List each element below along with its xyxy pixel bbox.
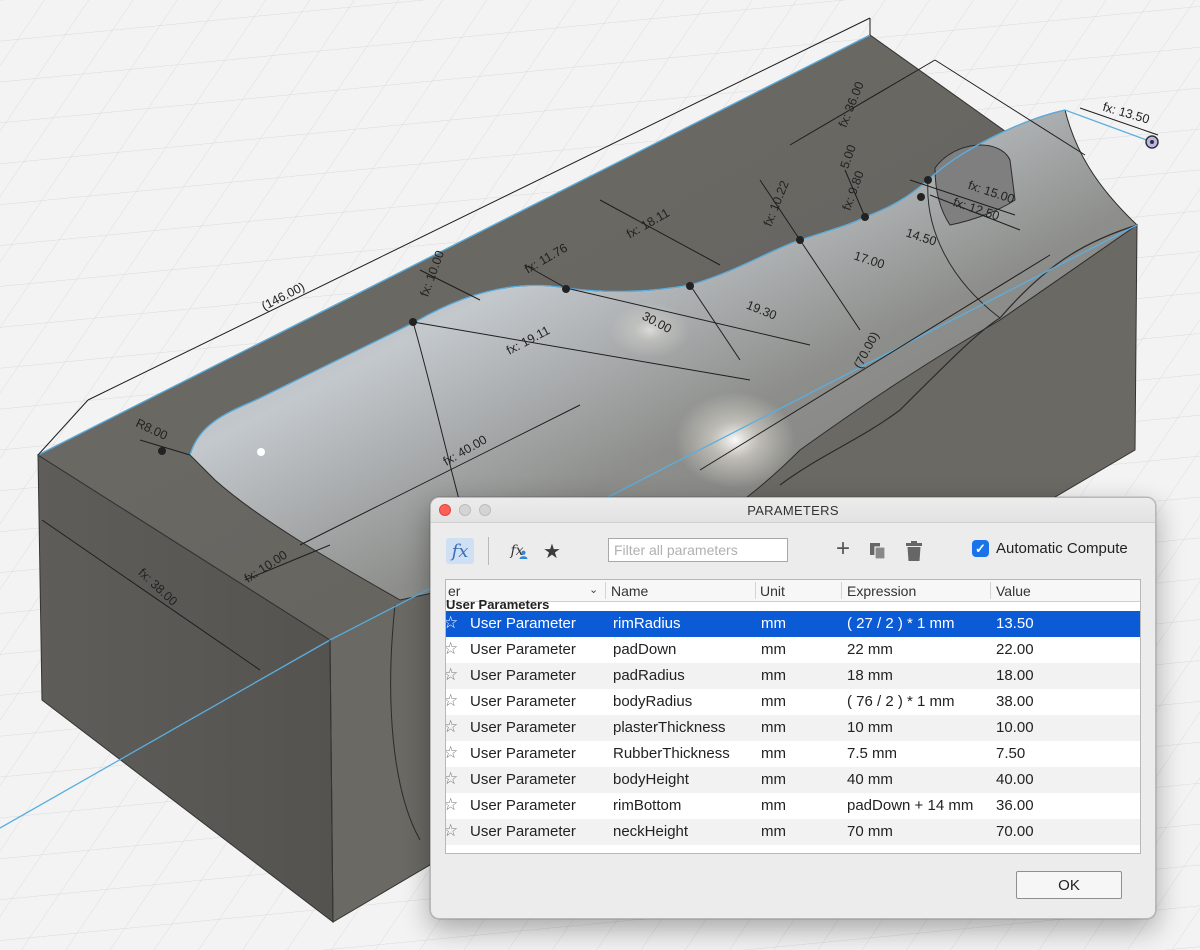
parameter-row-RubberThickness[interactable]: ☆ User Parameter RubberThickness mm 7.5 mm 7.… <box>446 741 1140 767</box>
parameter-unit: mm <box>761 719 786 736</box>
parameter-row-rimBottom[interactable]: ☆ User Parameter rimBottom mm padDown + 14 m… <box>446 793 1140 819</box>
parameter-name: padDown <box>613 641 677 658</box>
parameter-name: neckHeight <box>613 823 689 840</box>
parameter-name: rimBottom <box>613 797 682 814</box>
fx-label: fx <box>451 540 469 562</box>
favorite-star-icon[interactable]: ☆ <box>446 769 458 789</box>
parameter-value: 22.00 <box>996 641 1034 658</box>
parameter-expression[interactable]: 10 mm <box>847 719 893 736</box>
dialog-titlebar[interactable]: PARAMETERS <box>431 498 1155 523</box>
parameter-type: User Parameter <box>470 797 576 814</box>
parameter-type: User Parameter <box>470 719 576 736</box>
parameter-type: User Parameter <box>470 615 576 632</box>
dialog-title: PARAMETERS <box>747 503 839 518</box>
parameter-unit: mm <box>761 823 786 840</box>
automatic-compute-toggle[interactable]: ✓ Automatic Compute <box>972 540 1128 557</box>
automatic-compute-label: Automatic Compute <box>996 540 1128 557</box>
parameter-unit: mm <box>761 641 786 658</box>
table-header: er ⌄ Name Unit Expression Value <box>446 580 1140 602</box>
parameter-type: User Parameter <box>470 771 576 788</box>
parameter-name: bodyRadius <box>613 693 693 710</box>
parameter-unit: mm <box>761 693 786 710</box>
copy-icon <box>870 543 886 560</box>
parameter-name: padRadius <box>613 667 685 684</box>
fx-user-parameter-icon[interactable]: fx <box>503 538 531 564</box>
column-header-type[interactable]: er <box>448 583 460 599</box>
parameters-dialog: PARAMETERS fx fx ★ + ✓ Automatic Compute… <box>430 497 1156 919</box>
parameter-value: 13.50 <box>996 615 1034 632</box>
filter-parameters-input[interactable] <box>608 538 788 562</box>
parameter-expression[interactable]: ( 76 / 2 ) * 1 mm <box>847 693 955 710</box>
favorite-star-icon[interactable]: ☆ <box>446 795 458 815</box>
parameter-row-padDown[interactable]: ☆ User Parameter padDown mm 22 mm 22.00 <box>446 637 1140 663</box>
parameter-value: 70.00 <box>996 823 1034 840</box>
parameter-row-bodyRadius[interactable]: ☆ User Parameter bodyRadius mm ( 76 / 2 ) * … <box>446 689 1140 715</box>
favorites-star-icon[interactable]: ★ <box>539 538 565 564</box>
favorite-star-icon[interactable]: ☆ <box>446 613 458 633</box>
automatic-compute-checkbox[interactable]: ✓ <box>972 540 989 557</box>
origin-point <box>257 448 265 456</box>
favorite-star-icon[interactable]: ☆ <box>446 821 458 841</box>
favorite-star-icon[interactable]: ☆ <box>446 639 458 659</box>
parameter-type: User Parameter <box>470 823 576 840</box>
cavity-highlight <box>675 392 795 488</box>
group-header-user-parameters[interactable]: User Parameters <box>446 598 549 610</box>
parameter-row-plasterThickness[interactable]: ☆ User Parameter plasterThickness mm 10 mm 10… <box>446 715 1140 741</box>
parameter-expression[interactable]: 40 mm <box>847 771 893 788</box>
parameter-type: User Parameter <box>470 745 576 762</box>
favorite-star-icon[interactable]: ☆ <box>446 743 458 763</box>
parameter-unit: mm <box>761 797 786 814</box>
parameter-name: bodyHeight <box>613 771 689 788</box>
parameter-value: 7.50 <box>996 745 1026 762</box>
column-header-unit[interactable]: Unit <box>760 583 785 599</box>
parameter-value: 18.00 <box>996 667 1034 684</box>
parameter-unit: mm <box>761 771 786 788</box>
parameter-type: User Parameter <box>470 667 576 684</box>
parameter-row-bodyHeight[interactable]: ☆ User Parameter bodyHeight mm 40 mm 40.00 <box>446 767 1140 793</box>
parameter-expression[interactable]: 18 mm <box>847 667 893 684</box>
favorite-star-icon[interactable]: ☆ <box>446 665 458 685</box>
parameters-table: er ⌄ Name Unit Expression Value User Par… <box>445 579 1141 854</box>
toolbar-divider <box>488 537 489 565</box>
parameter-row-rimRadius[interactable]: ☆ User Parameter rimRadius mm ( 27 / 2 ) * 1… <box>446 611 1140 637</box>
ok-button[interactable]: OK <box>1016 871 1122 899</box>
parameter-row-padRadius[interactable]: ☆ User Parameter padRadius mm 18 mm 18.00 <box>446 663 1140 689</box>
fx-parameters-icon[interactable]: fx <box>446 538 474 564</box>
parameter-name: plasterThickness <box>613 719 726 736</box>
parameter-type: User Parameter <box>470 693 576 710</box>
parameter-value: 36.00 <box>996 797 1034 814</box>
column-header-name[interactable]: Name <box>611 583 648 599</box>
parameter-unit: mm <box>761 745 786 762</box>
parameter-expression[interactable]: padDown + 14 mm <box>847 797 973 814</box>
user-icon <box>519 550 528 559</box>
favorite-star-icon[interactable]: ☆ <box>446 691 458 711</box>
trash-icon <box>906 541 922 561</box>
delete-parameter-icon[interactable] <box>903 538 925 564</box>
copy-parameter-icon[interactable] <box>867 538 889 564</box>
chevron-down-icon[interactable]: ⌄ <box>589 583 598 596</box>
parameter-value: 10.00 <box>996 719 1034 736</box>
parameter-row-neckHeight[interactable]: ☆ User Parameter neckHeight mm 70 mm 70.00 <box>446 819 1140 845</box>
parameter-value: 40.00 <box>996 771 1034 788</box>
parameter-type: User Parameter <box>470 641 576 658</box>
column-header-value[interactable]: Value <box>996 583 1031 599</box>
add-parameter-icon[interactable]: + <box>831 535 855 562</box>
favorite-star-icon[interactable]: ☆ <box>446 717 458 737</box>
parameter-name: rimRadius <box>613 615 681 632</box>
column-header-expression[interactable]: Expression <box>847 583 916 599</box>
parameter-unit: mm <box>761 667 786 684</box>
parameter-expression[interactable]: ( 27 / 2 ) * 1 mm <box>847 615 955 632</box>
parameter-expression[interactable]: 70 mm <box>847 823 893 840</box>
parameter-name: RubberThickness <box>613 745 730 762</box>
parameter-unit: mm <box>761 615 786 632</box>
parameter-expression[interactable]: 22 mm <box>847 641 893 658</box>
parameter-expression[interactable]: 7.5 mm <box>847 745 897 762</box>
parameter-value: 38.00 <box>996 693 1034 710</box>
